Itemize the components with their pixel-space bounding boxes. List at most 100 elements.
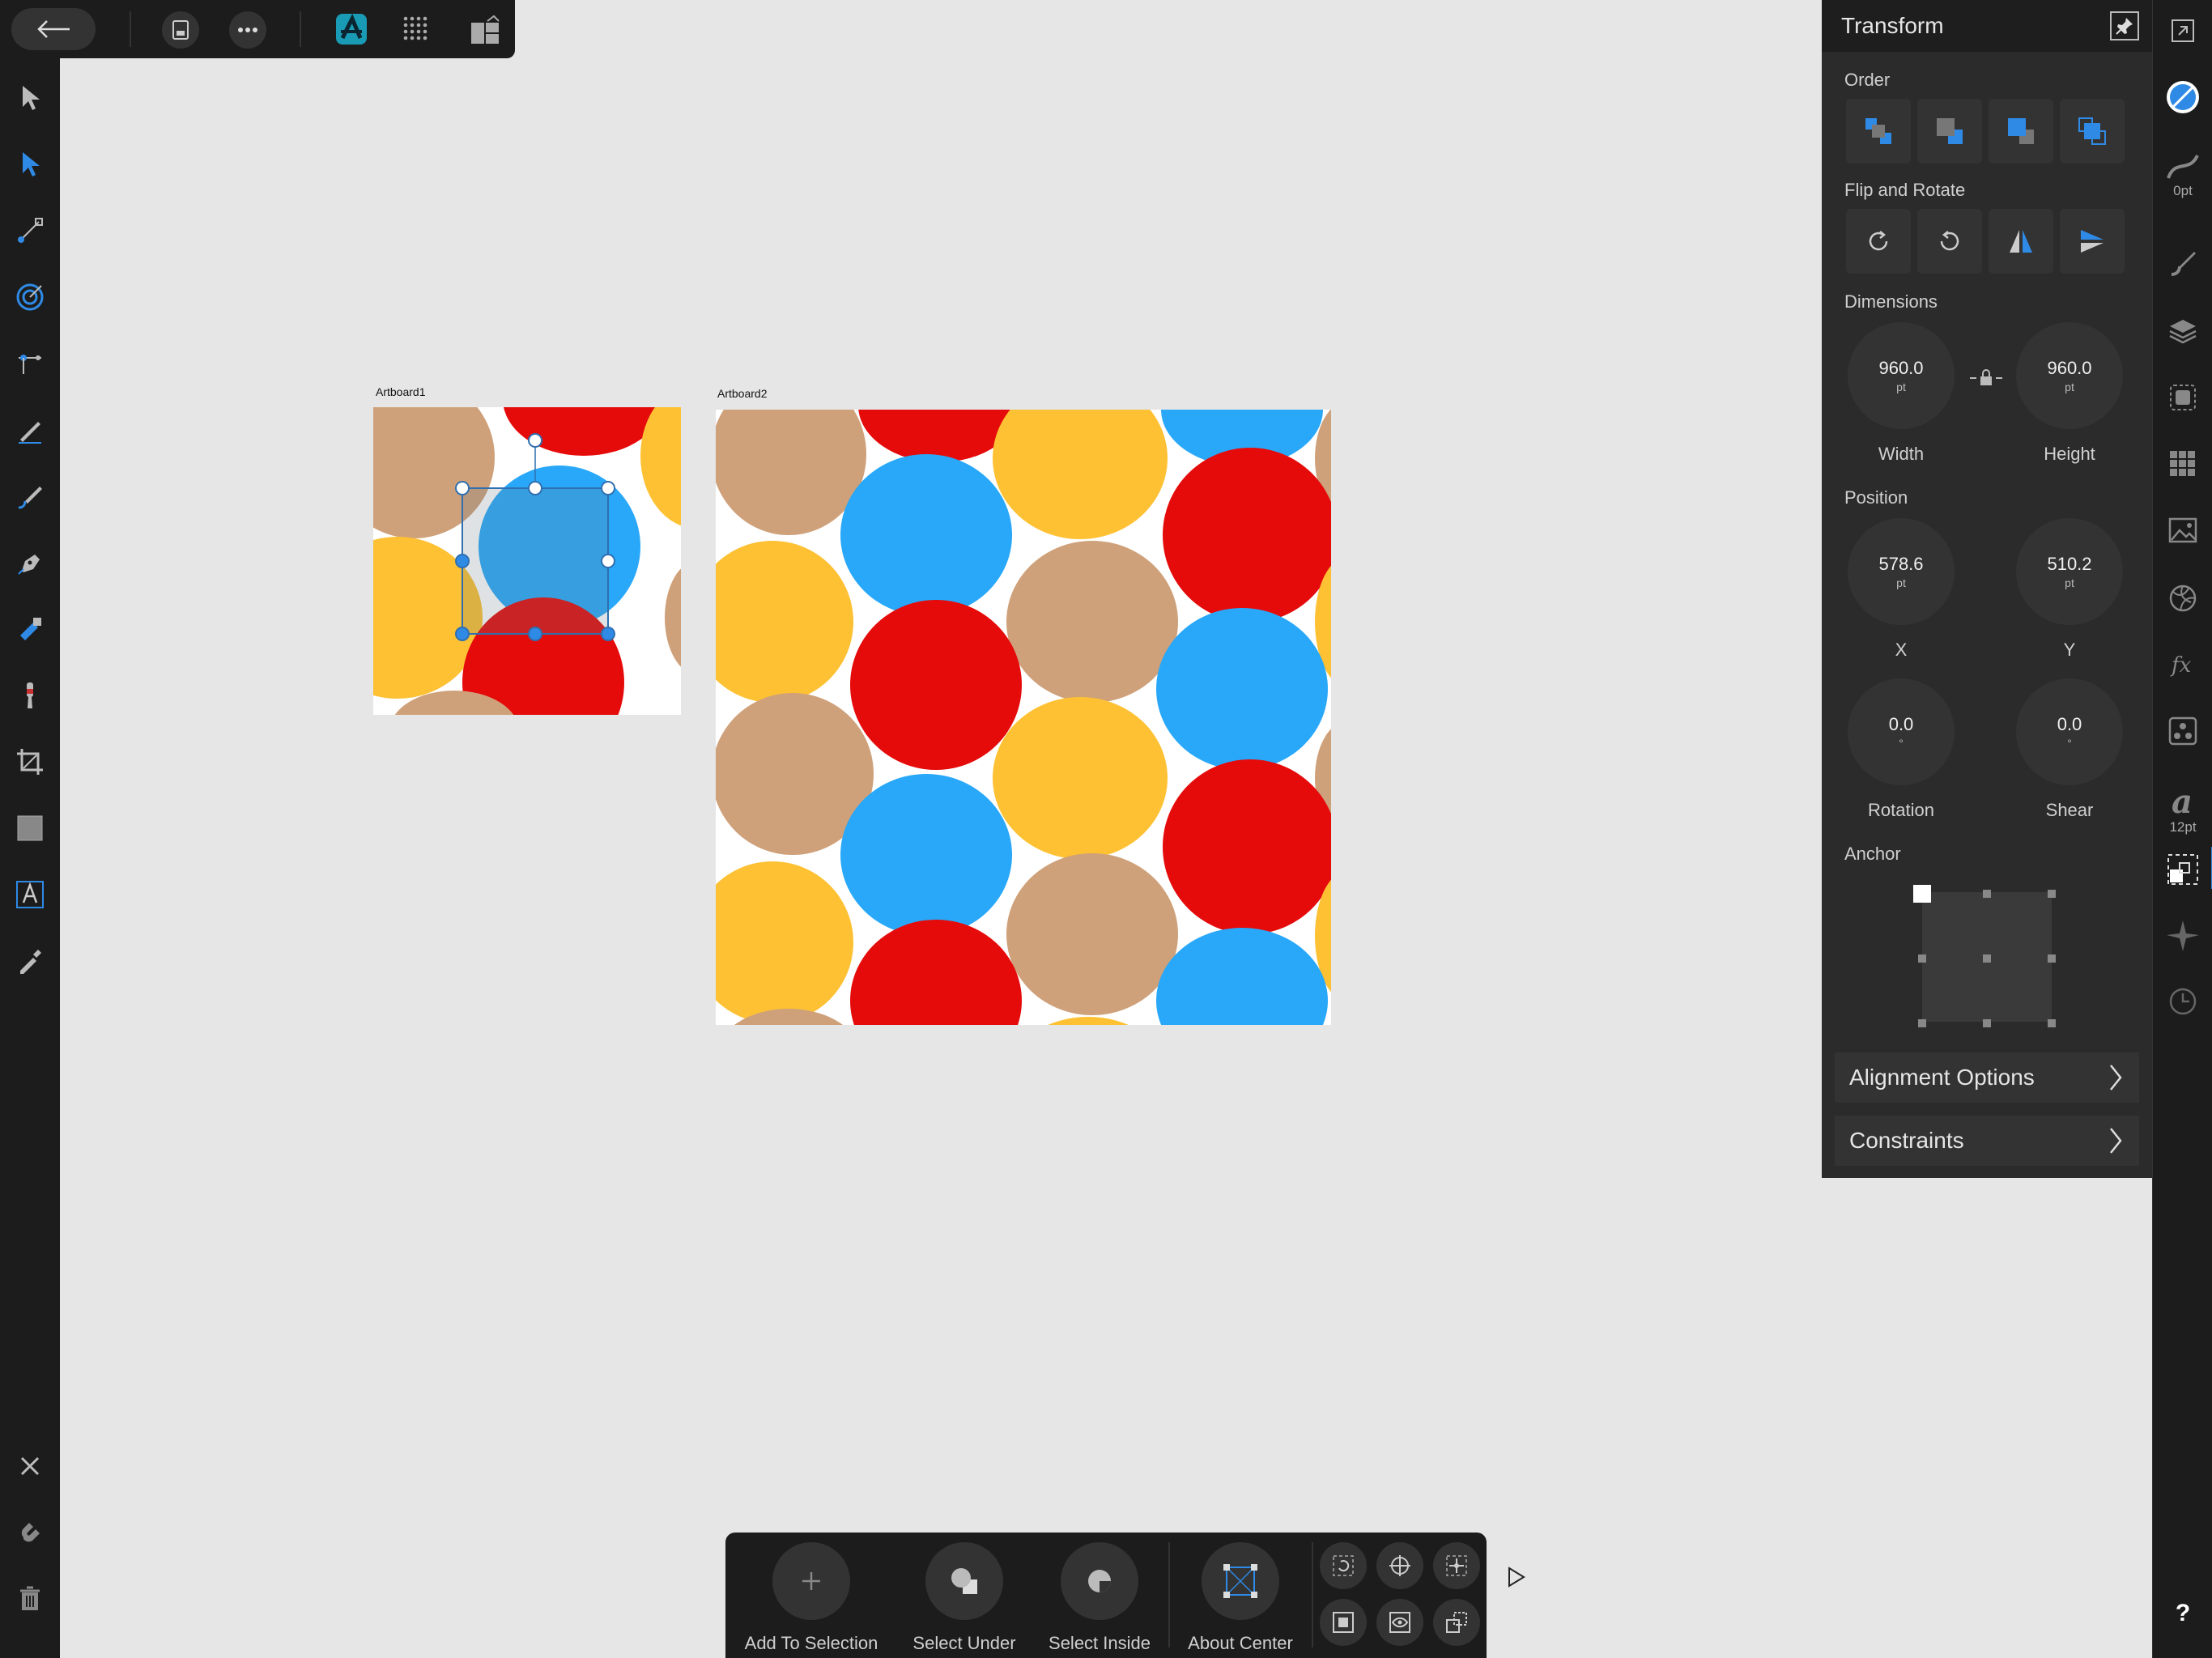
artboard1[interactable] <box>373 407 681 715</box>
handle-top-left[interactable] <box>455 481 470 495</box>
rotation-dial[interactable]: 0.0 ° <box>1848 678 1955 785</box>
anchor-point-right[interactable] <box>2048 954 2056 963</box>
assets-studio-button[interactable] <box>2153 510 2212 551</box>
document-button[interactable] <box>162 11 199 49</box>
constraints-row[interactable]: Constraints <box>1835 1116 2139 1166</box>
artboard2-label: Artboard2 <box>717 387 768 400</box>
snap-rotate-button[interactable] <box>1320 1542 1367 1589</box>
pen-tool[interactable] <box>0 534 60 591</box>
back-button[interactable] <box>11 8 96 50</box>
flip-vertical-button[interactable] <box>2060 209 2125 274</box>
anchor-point-bottom[interactable] <box>1983 1019 1991 1027</box>
handle-bottom-right[interactable] <box>601 627 615 641</box>
flip-rotate-section-label: Flip and Rotate <box>1844 180 1966 200</box>
color-picker-tool[interactable] <box>0 933 60 989</box>
select-inside-button[interactable] <box>1061 1542 1138 1620</box>
brushes-studio-button[interactable] <box>2153 243 2212 283</box>
pin-panel-button[interactable] <box>2110 11 2139 40</box>
designer-persona-button[interactable] <box>332 10 371 49</box>
eyedropper-icon <box>20 950 41 974</box>
text-tool[interactable] <box>0 866 60 923</box>
stroke-studio-button[interactable]: 0pt <box>2153 139 2212 212</box>
position-section-label: Position <box>1844 487 1908 508</box>
width-label: Width <box>1878 444 1925 464</box>
knife-tool[interactable] <box>0 335 60 392</box>
artboard-tool[interactable] <box>0 733 60 790</box>
send-backward-button[interactable] <box>1917 99 1982 164</box>
close-icon <box>20 1456 40 1476</box>
about-center-icon <box>1223 1564 1257 1598</box>
anchor-point-center[interactable] <box>1983 954 1991 963</box>
bring-to-front-button[interactable] <box>2060 99 2125 164</box>
anchor-point-bottom-right[interactable] <box>2048 1019 2056 1027</box>
snap-overlap-button[interactable] <box>1433 1599 1480 1646</box>
send-to-back-button[interactable] <box>1846 99 1911 164</box>
help-button[interactable]: ? <box>2153 1593 2212 1634</box>
more-button[interactable] <box>229 11 266 49</box>
height-dial[interactable]: 960.0 pt <box>2016 322 2123 429</box>
effects-studio-button[interactable] <box>2153 377 2212 418</box>
export-persona-button[interactable] <box>466 11 504 49</box>
y-position-dial[interactable]: 510.2 pt <box>2016 518 2123 625</box>
x-label: X <box>1895 640 1908 660</box>
fx-studio-button[interactable]: fx <box>2153 644 2212 685</box>
select-under-button[interactable] <box>925 1542 1003 1620</box>
anchor-point-top-left[interactable] <box>1913 885 1931 903</box>
appearance-studio-button[interactable] <box>2153 578 2212 619</box>
handle-right[interactable] <box>601 554 615 568</box>
layers-studio-button[interactable] <box>2153 311 2212 351</box>
vector-brush-tool[interactable] <box>0 468 60 525</box>
handle-bottom-left[interactable] <box>455 627 470 641</box>
handle-top-right[interactable] <box>601 481 615 495</box>
text-studio-button[interactable]: a 12pt <box>2153 774 2212 847</box>
about-center-button[interactable] <box>1202 1542 1279 1620</box>
alignment-options-label: Alignment Options <box>1849 1065 2035 1090</box>
color-studio-button[interactable] <box>2153 76 2212 118</box>
swatches-studio-button[interactable] <box>2153 444 2212 484</box>
delete-button[interactable] <box>0 1571 60 1627</box>
pencil-tool[interactable] <box>0 402 60 458</box>
alignment-options-row[interactable]: Alignment Options <box>1835 1052 2139 1103</box>
anchor-point-left[interactable] <box>1918 954 1926 963</box>
corner-tool[interactable] <box>0 269 60 325</box>
snapping-button[interactable] <box>0 1504 60 1561</box>
lock-aspect-button[interactable] <box>1967 366 2005 390</box>
add-to-selection-button[interactable] <box>772 1542 850 1620</box>
crosshair-button[interactable] <box>1376 1542 1423 1589</box>
anchor-point-bottom-left[interactable] <box>1918 1019 1926 1027</box>
anchor-point-top[interactable] <box>1983 890 1991 898</box>
bring-forward-button[interactable] <box>1989 99 2053 164</box>
move-tool[interactable] <box>0 70 60 126</box>
shear-dial[interactable]: 0.0 ° <box>2016 678 2123 785</box>
blob-yellow <box>993 410 1168 539</box>
rotate-counterclockwise-button[interactable] <box>1917 209 1982 274</box>
node-tool[interactable] <box>0 136 60 193</box>
handle-top[interactable] <box>528 481 542 495</box>
fullscreen-button[interactable] <box>2153 13 2212 49</box>
point-transform-tool[interactable] <box>0 202 60 259</box>
flip-horizontal-button[interactable] <box>1989 209 2053 274</box>
snap-center-button[interactable] <box>1433 1542 1480 1589</box>
anchor-point-top-right[interactable] <box>2048 890 2056 898</box>
snap-visible-button[interactable] <box>1376 1599 1423 1646</box>
navigator-studio-button[interactable] <box>2153 915 2212 955</box>
deselect-button[interactable] <box>0 1438 60 1494</box>
pixel-persona-button[interactable] <box>398 11 436 49</box>
snap-bounds-button[interactable] <box>1320 1599 1367 1646</box>
rotate-handle[interactable] <box>528 433 542 448</box>
pin-icon <box>2116 18 2133 35</box>
expand-context-button[interactable] <box>1504 1565 1529 1589</box>
history-studio-button[interactable] <box>2153 981 2212 1022</box>
transform-studio-button[interactable] <box>2153 848 2212 891</box>
rectangle-tool[interactable] <box>0 800 60 857</box>
styles-studio-button[interactable] <box>2153 711 2212 751</box>
blob-red <box>850 920 1022 1025</box>
x-position-dial[interactable]: 578.6 pt <box>1848 518 1955 625</box>
fill-tool[interactable] <box>0 601 60 657</box>
transparency-tool[interactable] <box>0 667 60 724</box>
handle-left[interactable] <box>455 554 470 568</box>
width-dial[interactable]: 960.0 pt <box>1848 322 1955 429</box>
rotate-clockwise-button[interactable] <box>1846 209 1911 274</box>
handle-bottom[interactable] <box>528 627 542 641</box>
artboard2[interactable] <box>716 410 1331 1025</box>
